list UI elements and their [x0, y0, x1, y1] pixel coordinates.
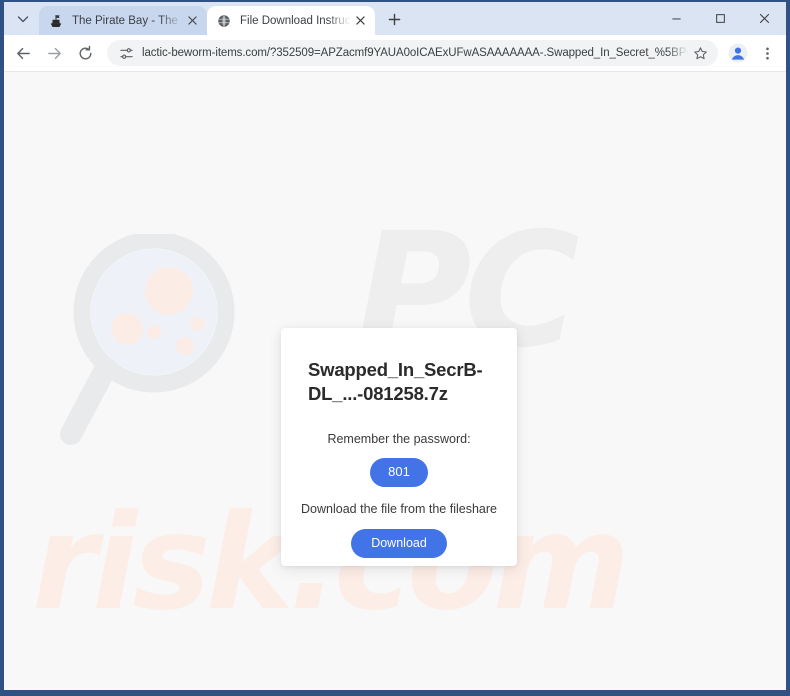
- browser-window-frame: The Pirate Bay - The galaxy's m File D: [0, 0, 790, 696]
- address-bar[interactable]: lactic-beworm-items.com/?352509=APZacmf9…: [107, 40, 718, 66]
- pirate-ship-icon: [48, 13, 64, 29]
- download-filename: Swapped_In_SecrB-DL_...-081258.7z: [308, 359, 483, 404]
- window-minimize-button[interactable]: [654, 2, 698, 35]
- browser-window: The Pirate Bay - The galaxy's m File D: [4, 2, 786, 690]
- chrome-menu-button[interactable]: [754, 40, 780, 66]
- arrow-left-icon: [17, 47, 30, 59]
- address-bar-url: lactic-beworm-items.com/?352509=APZacmf9…: [142, 47, 688, 59]
- close-icon: [188, 16, 197, 25]
- tab-close-button[interactable]: [184, 12, 201, 29]
- tab-title: File Download Instructions for S: [240, 14, 352, 27]
- page-viewport: PC risk.com Swapped_In_SecrB-DL_...-0812…: [4, 72, 786, 690]
- new-tab-button[interactable]: [380, 5, 408, 33]
- arrow-right-icon: [48, 47, 61, 59]
- tab-strip: The Pirate Bay - The galaxy's m File D: [4, 2, 786, 35]
- tab-title: The Pirate Bay - The galaxy's m: [72, 14, 184, 27]
- magnifying-glass-icon: [60, 234, 235, 445]
- forward-button[interactable]: [40, 39, 69, 68]
- bookmark-star-icon[interactable]: [688, 41, 712, 65]
- tab-search-button[interactable]: [10, 6, 36, 32]
- password-value-badge[interactable]: 801: [370, 458, 428, 487]
- tab-close-button[interactable]: [352, 12, 369, 29]
- window-maximize-button[interactable]: [698, 2, 742, 35]
- reload-button[interactable]: [71, 39, 100, 68]
- window-close-button[interactable]: [742, 2, 786, 35]
- reload-icon: [79, 45, 92, 59]
- window-controls: [654, 2, 786, 35]
- profile-avatar[interactable]: [725, 40, 751, 66]
- back-button[interactable]: [9, 39, 38, 68]
- download-note: Download the file from the fileshare: [301, 501, 497, 516]
- site-settings-icon[interactable]: [117, 44, 135, 62]
- globe-icon: [216, 13, 232, 29]
- browser-toolbar: lactic-beworm-items.com/?352509=APZacmf9…: [4, 35, 786, 72]
- tab-pirate-bay[interactable]: The Pirate Bay - The galaxy's m: [39, 6, 207, 35]
- maximize-icon: [715, 14, 725, 23]
- password-label: Remember the password:: [327, 432, 471, 447]
- three-dots-vertical-icon: [765, 47, 769, 59]
- plus-icon: [388, 13, 400, 25]
- tab-file-download-instructions[interactable]: File Download Instructions for S: [207, 6, 375, 35]
- fake-download-dialog: Swapped_In_SecrB-DL_...-081258.7z Rememb…: [281, 328, 517, 566]
- download-button[interactable]: Download: [351, 528, 447, 559]
- avatar-icon: [728, 43, 748, 63]
- minimize-icon: [671, 18, 681, 20]
- close-icon: [759, 13, 769, 24]
- close-icon: [356, 16, 365, 25]
- chevron-down-icon: [17, 16, 29, 23]
